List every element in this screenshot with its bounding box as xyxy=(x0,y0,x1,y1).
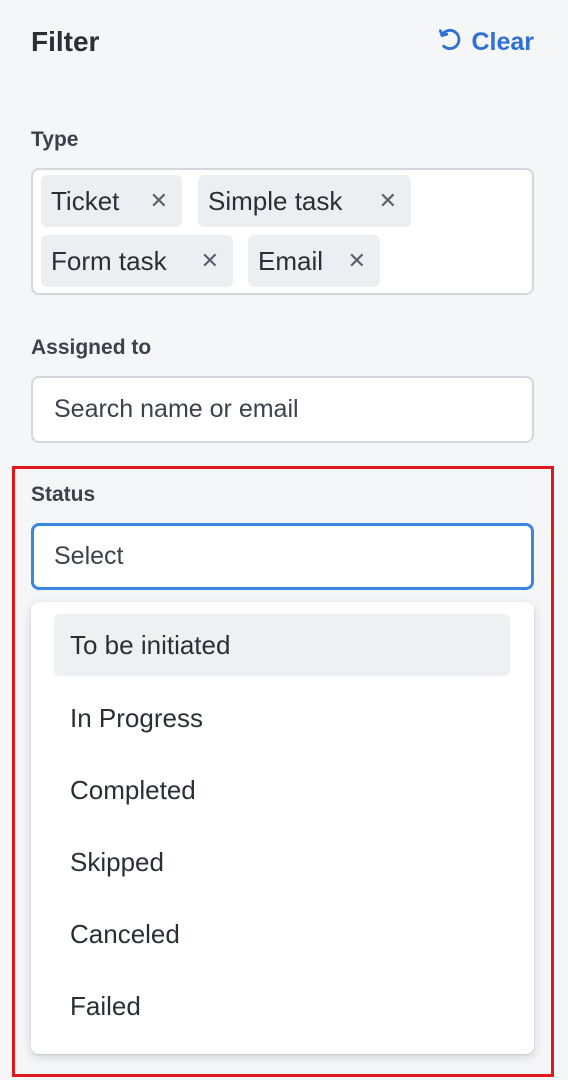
refresh-icon xyxy=(437,26,463,59)
assigned-label: Assigned to xyxy=(31,336,152,359)
status-option-completed[interactable]: Completed xyxy=(54,759,510,821)
status-option-canceled[interactable]: Canceled xyxy=(54,903,510,965)
status-option-skipped[interactable]: Skipped xyxy=(54,831,510,893)
chip-label: Email xyxy=(258,245,324,276)
assigned-search-input[interactable]: Search name or email xyxy=(31,376,534,443)
close-icon[interactable]: ✕ xyxy=(150,188,168,214)
type-chip-email: Email ✕ xyxy=(248,235,380,287)
close-icon[interactable]: ✕ xyxy=(348,248,366,274)
close-icon[interactable]: ✕ xyxy=(379,188,397,214)
type-chip-simple-task: Simple task ✕ xyxy=(198,175,411,227)
clear-button[interactable]: Clear xyxy=(437,26,534,59)
chip-label: Simple task xyxy=(208,185,343,216)
type-chip-form-task: Form task ✕ xyxy=(41,235,233,287)
type-multiselect[interactable]: Ticket ✕ Simple task ✕ Form task ✕ Email… xyxy=(31,168,534,295)
type-label: Type xyxy=(31,128,79,151)
status-dropdown-menu: To be initiated In Progress Completed Sk… xyxy=(31,602,534,1054)
type-chip-ticket: Ticket ✕ xyxy=(41,175,182,227)
clear-label: Clear xyxy=(471,27,534,56)
status-select[interactable]: Select xyxy=(31,523,534,590)
filter-title: Filter xyxy=(31,26,100,57)
assigned-placeholder: Search name or email xyxy=(54,395,299,423)
close-icon[interactable]: ✕ xyxy=(201,248,219,274)
chip-label: Ticket xyxy=(51,185,120,216)
status-option-to-be-initiated[interactable]: To be initiated xyxy=(54,614,510,676)
status-option-in-progress[interactable]: In Progress xyxy=(54,687,510,749)
status-option-failed[interactable]: Failed xyxy=(54,975,510,1037)
chip-label: Form task xyxy=(51,245,167,276)
filter-header: Filter Clear xyxy=(31,22,534,62)
status-placeholder: Select xyxy=(54,542,124,570)
status-label: Status xyxy=(31,483,96,506)
